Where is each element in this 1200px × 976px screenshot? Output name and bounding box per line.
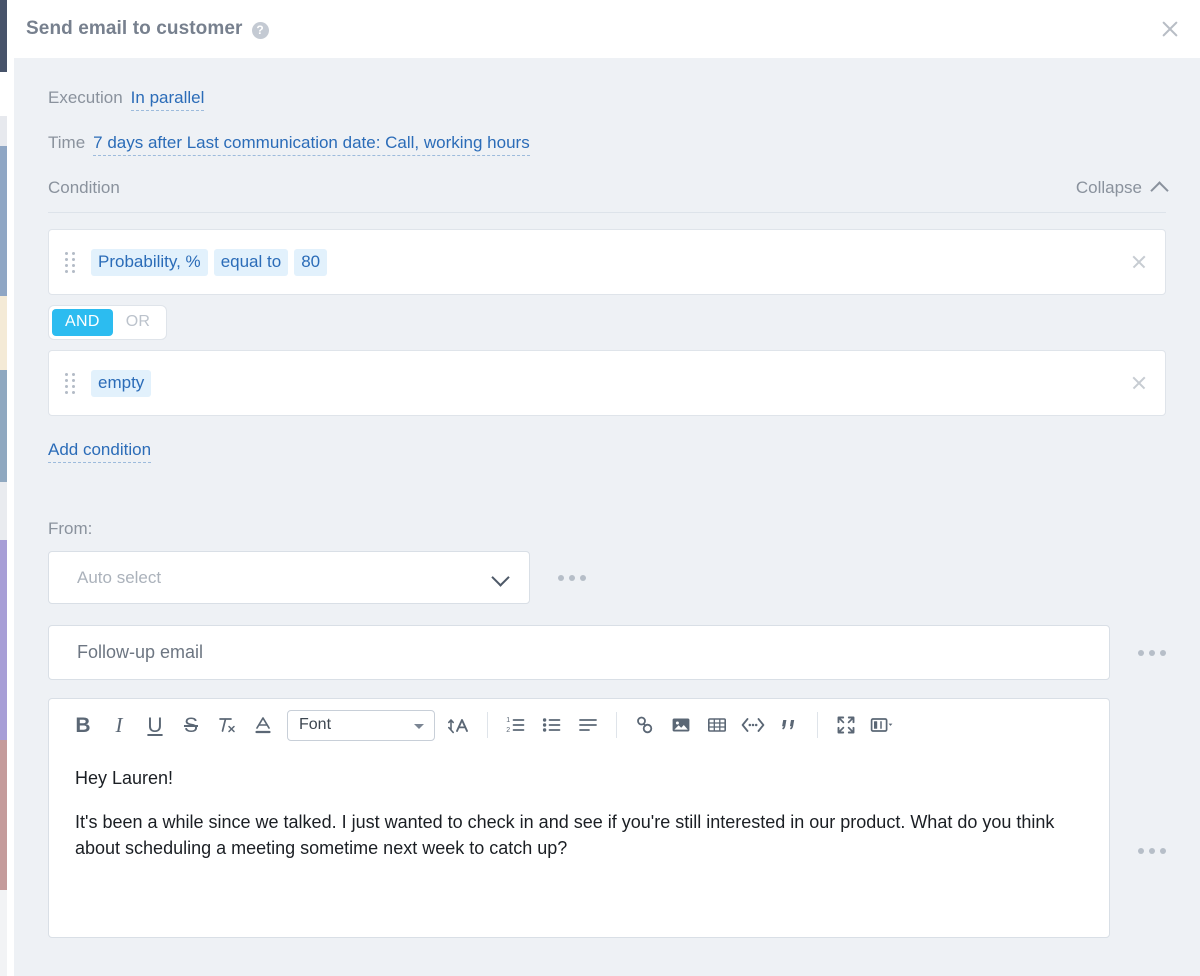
toolbar-divider bbox=[616, 712, 617, 738]
from-label: From: bbox=[48, 519, 93, 538]
svg-text:2: 2 bbox=[506, 727, 510, 734]
collapse-label: Collapse bbox=[1075, 178, 1142, 197]
chevron-down-icon bbox=[414, 723, 424, 729]
image-icon[interactable] bbox=[663, 707, 699, 743]
edge-segment bbox=[0, 890, 7, 976]
template-icon[interactable] bbox=[864, 707, 900, 743]
email-paragraph: It's been a while since we talked. I jus… bbox=[75, 812, 1055, 859]
logic-toggle[interactable]: AND OR bbox=[48, 305, 168, 340]
condition-value-chip[interactable]: 80 bbox=[294, 248, 328, 276]
condition-field-chip[interactable]: empty bbox=[91, 369, 152, 397]
logic-and-option[interactable]: AND bbox=[52, 309, 113, 336]
font-size-icon[interactable] bbox=[441, 707, 477, 743]
ordered-list-icon[interactable]: 1 2 bbox=[498, 707, 534, 743]
condition-row[interactable]: Probability, % equal to 80 bbox=[48, 229, 1166, 295]
execution-label: Execution bbox=[48, 88, 123, 107]
edge-segment bbox=[0, 740, 7, 890]
link-icon[interactable] bbox=[627, 707, 663, 743]
edge-segment bbox=[0, 72, 7, 116]
condition-operator-chip[interactable]: equal to bbox=[213, 248, 289, 276]
from-row: Auto select bbox=[48, 551, 1166, 604]
drag-handle-icon[interactable] bbox=[65, 372, 77, 394]
remove-condition-icon[interactable] bbox=[1129, 373, 1149, 393]
execution-row: Execution In parallel bbox=[48, 88, 1166, 111]
bold-icon[interactable]: B bbox=[65, 707, 101, 743]
time-value-link[interactable]: 7 days after Last communication date: Ca… bbox=[93, 133, 530, 156]
dialog-body: Execution In parallel Time 7 days after … bbox=[14, 58, 1200, 976]
email-greeting: Hey Lauren! bbox=[75, 768, 174, 788]
condition-chips: Probability, % equal to 80 bbox=[91, 248, 328, 276]
edge-segment bbox=[0, 296, 7, 370]
from-select-value: Auto select bbox=[77, 567, 162, 587]
editor-toolbar: B I U S Font 1 2 bbox=[49, 699, 1109, 751]
edge-segment bbox=[0, 540, 7, 740]
page-title: Send email to customer bbox=[26, 18, 243, 39]
remove-condition-icon[interactable] bbox=[1129, 252, 1149, 272]
execution-value-link[interactable]: In parallel bbox=[130, 88, 205, 111]
table-icon[interactable] bbox=[699, 707, 735, 743]
rich-text-editor: B I U S Font 1 2 Hey Lauren! It's been a… bbox=[48, 698, 1110, 938]
font-family-select[interactable]: Font bbox=[287, 709, 435, 741]
editor-more-menu[interactable] bbox=[1138, 848, 1166, 854]
chevron-down-icon bbox=[491, 568, 510, 587]
toolbar-divider bbox=[487, 712, 488, 738]
condition-title: Condition bbox=[48, 178, 120, 197]
condition-chips: empty bbox=[91, 369, 152, 397]
from-more-menu[interactable] bbox=[558, 574, 586, 581]
edge-segment bbox=[0, 116, 7, 146]
drag-handle-icon[interactable] bbox=[65, 251, 77, 273]
logic-or-option[interactable]: OR bbox=[113, 309, 164, 336]
subject-more-menu[interactable] bbox=[1138, 649, 1166, 656]
condition-header: Condition Collapse bbox=[48, 178, 1169, 213]
edge-segment bbox=[0, 370, 7, 482]
quote-icon[interactable] bbox=[771, 707, 807, 743]
toolbar-divider bbox=[817, 712, 818, 738]
chevron-up-icon bbox=[1150, 180, 1169, 200]
add-condition-button[interactable]: Add condition bbox=[48, 440, 152, 463]
from-select[interactable]: Auto select bbox=[48, 551, 530, 604]
edge-segment bbox=[0, 482, 7, 540]
text-color-icon[interactable] bbox=[245, 707, 281, 743]
align-left-icon[interactable] bbox=[570, 707, 606, 743]
subject-input[interactable]: Follow-up email bbox=[48, 625, 1110, 680]
condition-field-chip[interactable]: Probability, % bbox=[91, 248, 208, 276]
condition-row[interactable]: empty bbox=[48, 350, 1166, 416]
subject-value: Follow-up email bbox=[77, 642, 204, 662]
subject-row: Follow-up email bbox=[48, 625, 1166, 680]
svg-text:1: 1 bbox=[506, 717, 510, 724]
time-row: Time 7 days after Last communication dat… bbox=[48, 133, 1166, 156]
panel-gap bbox=[7, 0, 14, 976]
fullscreen-icon[interactable] bbox=[828, 707, 864, 743]
close-icon[interactable] bbox=[1158, 17, 1182, 41]
collapse-button[interactable]: Collapse bbox=[1075, 178, 1169, 200]
help-circle-icon[interactable]: ? bbox=[251, 21, 269, 39]
strikethrough-icon[interactable]: S bbox=[173, 707, 209, 743]
background-panel-edge bbox=[0, 0, 7, 976]
bullet-list-icon[interactable] bbox=[534, 707, 570, 743]
edge-segment bbox=[0, 0, 7, 72]
underline-icon[interactable]: U bbox=[137, 707, 173, 743]
clear-format-icon[interactable] bbox=[209, 707, 245, 743]
dialog-header: Send email to customer ? bbox=[14, 0, 1200, 58]
font-family-value: Font bbox=[299, 716, 332, 733]
italic-icon[interactable]: I bbox=[101, 707, 137, 743]
send-email-dialog: Send email to customer ? Execution In pa… bbox=[0, 0, 1200, 976]
edge-segment bbox=[0, 146, 7, 296]
editor-row: B I U S Font 1 2 Hey Lauren! It's been a… bbox=[48, 698, 1166, 938]
code-icon[interactable] bbox=[735, 707, 771, 743]
time-label: Time bbox=[48, 133, 86, 152]
email-body[interactable]: Hey Lauren! It's been a while since we t… bbox=[49, 751, 1109, 861]
